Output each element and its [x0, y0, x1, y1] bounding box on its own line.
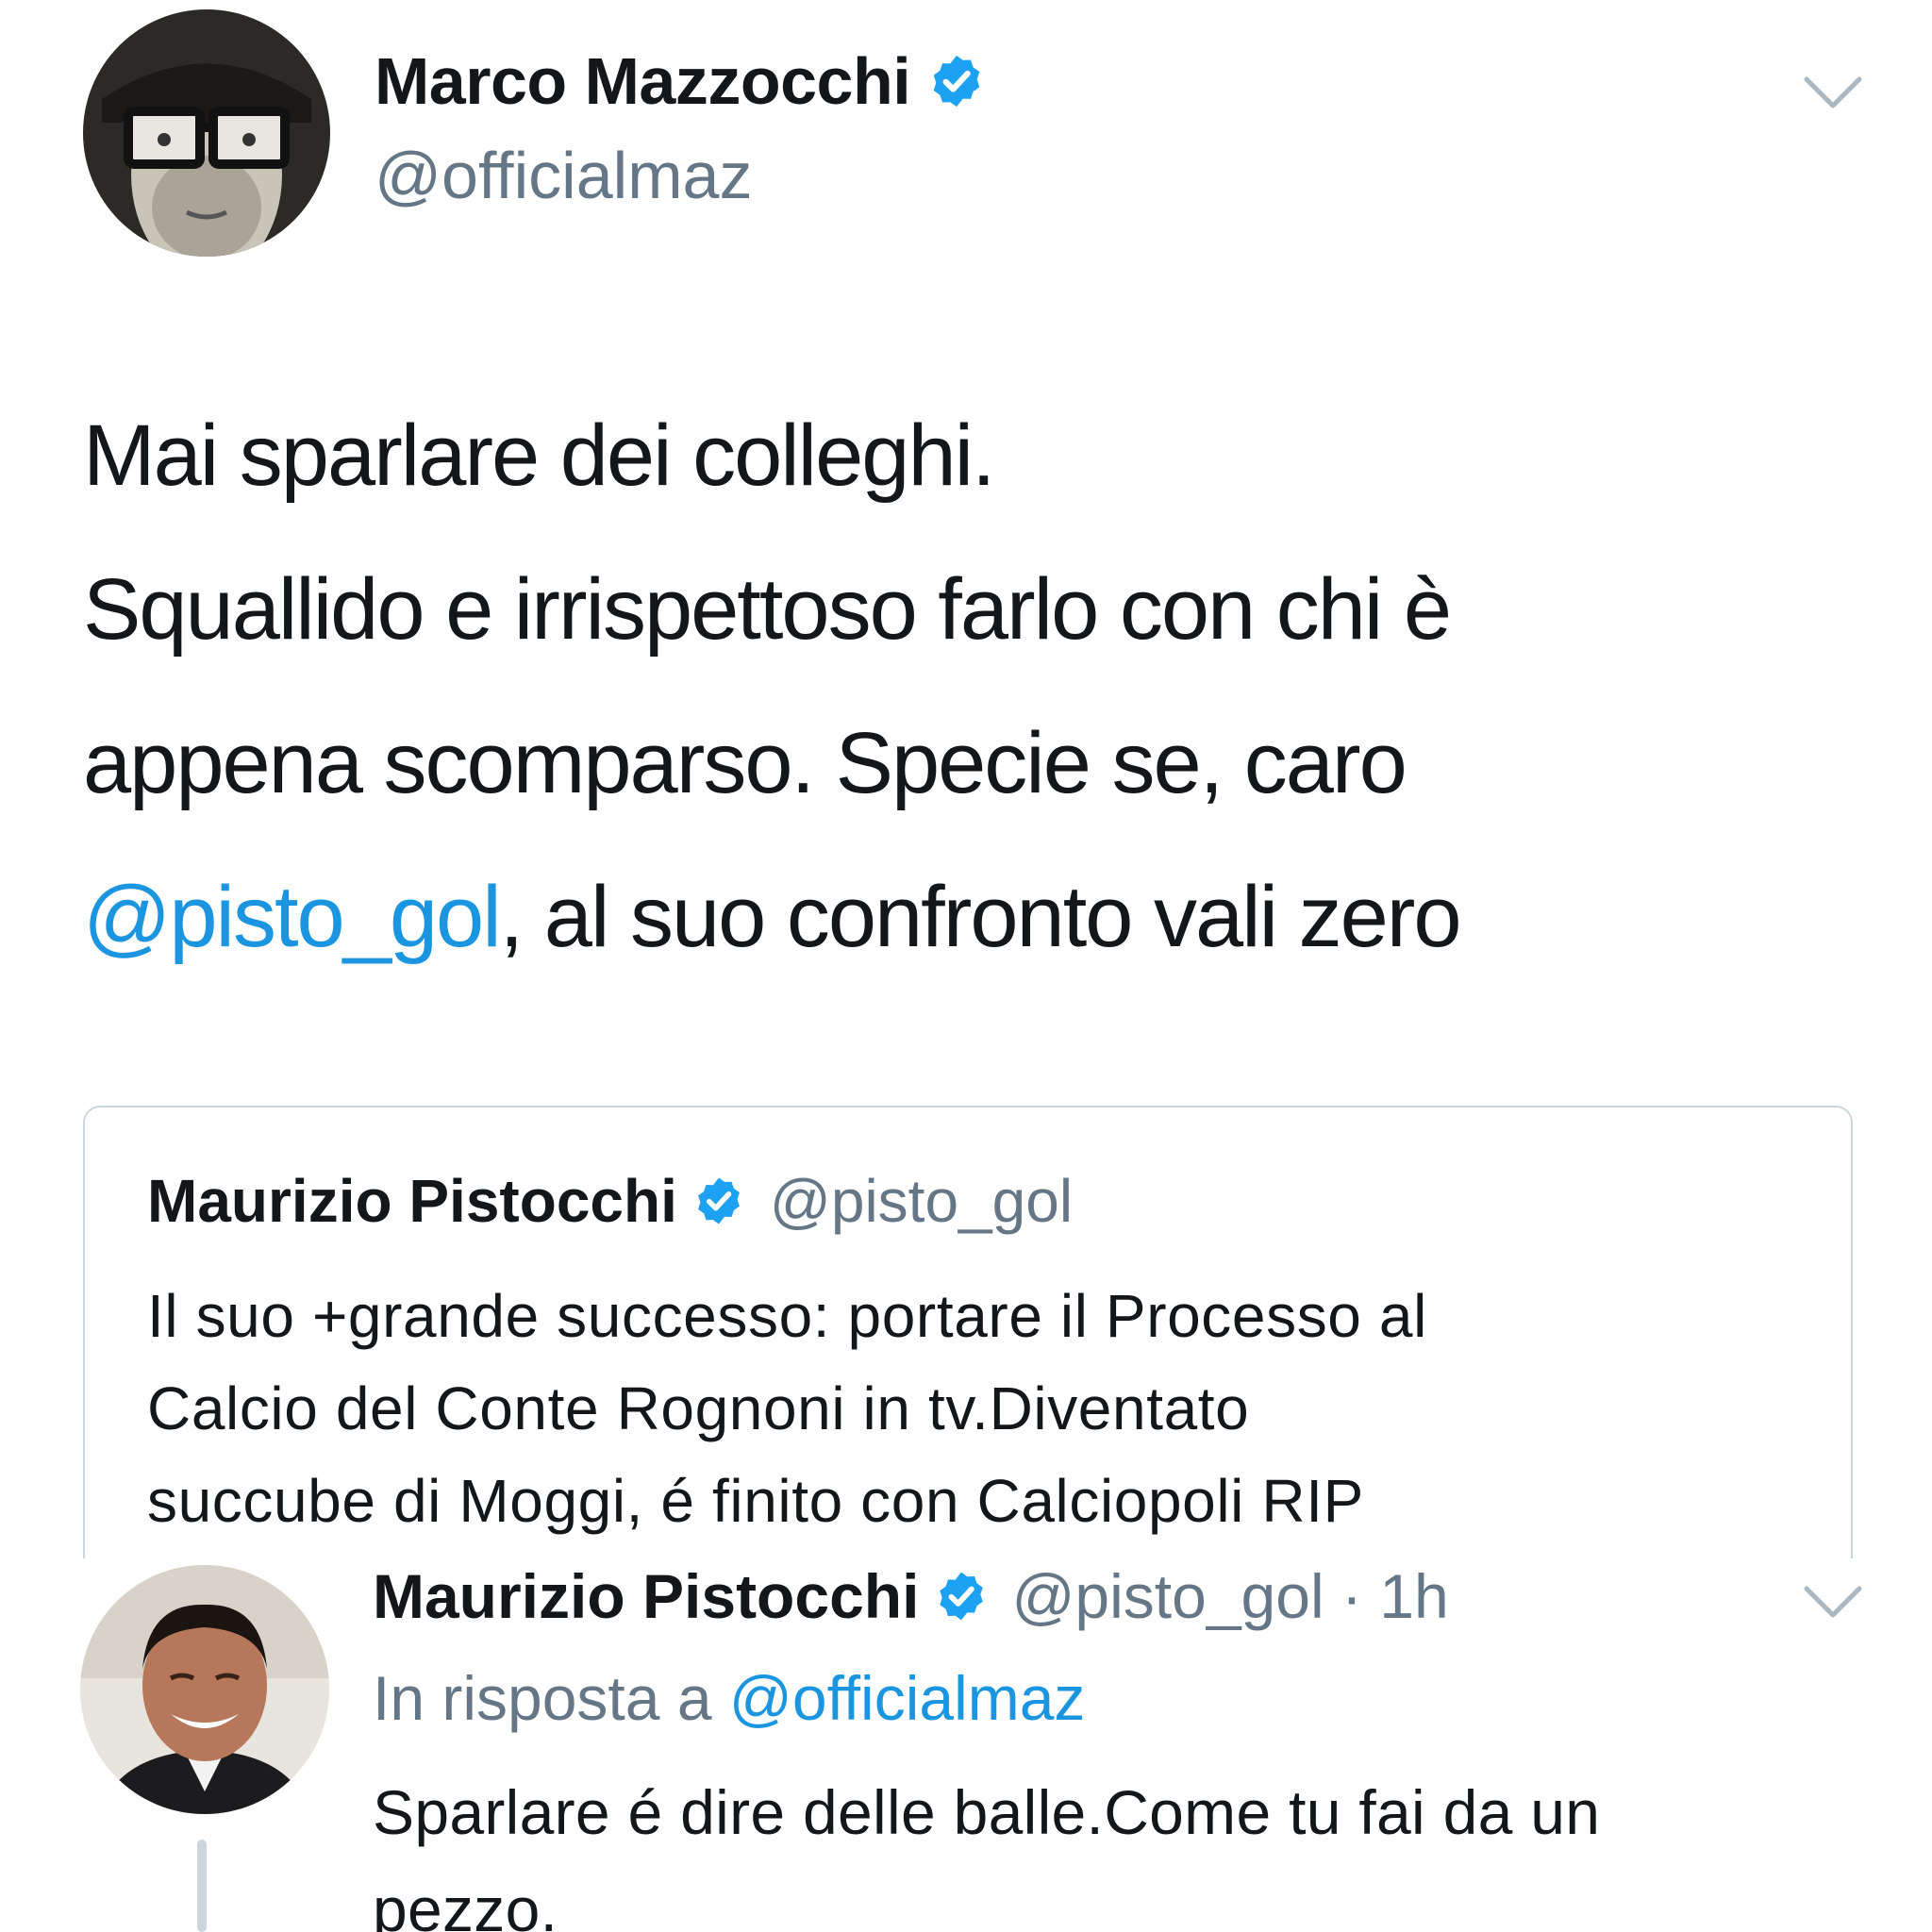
quoted-tweet-header: Maurizio Pistocchi @pisto_gol [147, 1166, 1073, 1236]
quoted-tweet-card[interactable]: Maurizio Pistocchi @pisto_gol Il suo +gr… [83, 1106, 1853, 1558]
reply-handle-time: @pisto_gol · 1h [1011, 1561, 1449, 1631]
reply-text-line: pezzo. [373, 1874, 558, 1932]
tweet-text-line: appena scomparso. Specie se, caro [83, 715, 1407, 811]
mention-link[interactable]: @pisto_gol [83, 869, 502, 965]
reply-context: In risposta a @officialmaz [373, 1662, 1085, 1734]
avatar[interactable] [83, 9, 330, 257]
tweet-text-fragment: , al suo confronto vali zero [499, 869, 1462, 965]
tweet-screenshot: Marco Mazzocchi @officialmaz Mai sparlar… [0, 0, 1932, 1932]
verified-badge-icon [692, 1174, 745, 1227]
reply-tweet-text: Sparlare é dire delle balle.Come tu fai … [373, 1764, 1882, 1932]
author-handle[interactable]: @officialmaz [375, 138, 752, 213]
reply-avatar[interactable] [80, 1565, 329, 1814]
reply-to-mention[interactable]: @officialmaz [729, 1663, 1086, 1733]
reply-author-name[interactable]: Maurizio Pistocchi @pisto_gol · 1h [373, 1560, 1449, 1632]
reply-text-line: Sparlare é dire delle balle.Come tu fai … [373, 1777, 1601, 1847]
avatar-photo [80, 1565, 329, 1814]
tweet-text: Mai sparlare dei colleghi. Squallido e i… [83, 379, 1857, 994]
thread-connector-line [197, 1840, 207, 1932]
author-name-text: Marco Mazzocchi [375, 44, 911, 118]
quoted-author-handle: @pisto_gol [769, 1167, 1074, 1235]
verified-badge-icon [927, 52, 986, 110]
quoted-text-line: succube di Moggi, é finito con Calciopol… [147, 1467, 1364, 1535]
chevron-down-icon[interactable] [1803, 1583, 1863, 1621]
quoted-text-line: Il suo +grande successo: portare il Proc… [147, 1282, 1427, 1350]
avatar-photo [83, 9, 330, 257]
verified-badge-icon [934, 1569, 989, 1624]
author-name[interactable]: Marco Mazzocchi [375, 43, 986, 119]
quoted-text-line: Calcio del Conte Rognoni in tv.Diventato [147, 1374, 1250, 1442]
tweet-text-line: Mai sparlare dei colleghi. [83, 408, 996, 504]
reply-prefix: In risposta a [373, 1663, 729, 1733]
chevron-down-icon[interactable] [1803, 74, 1863, 111]
quoted-tweet-text: Il suo +grande successo: portare il Proc… [147, 1270, 1807, 1547]
tweet-text-line: Squallido e irrispettoso farlo con chi è [83, 561, 1452, 658]
quoted-author-name: Maurizio Pistocchi [147, 1167, 677, 1235]
tweet-text-line: @pisto_gol, al suo confronto vali zero [83, 841, 1857, 994]
reply-author-name-text: Maurizio Pistocchi [373, 1561, 920, 1631]
